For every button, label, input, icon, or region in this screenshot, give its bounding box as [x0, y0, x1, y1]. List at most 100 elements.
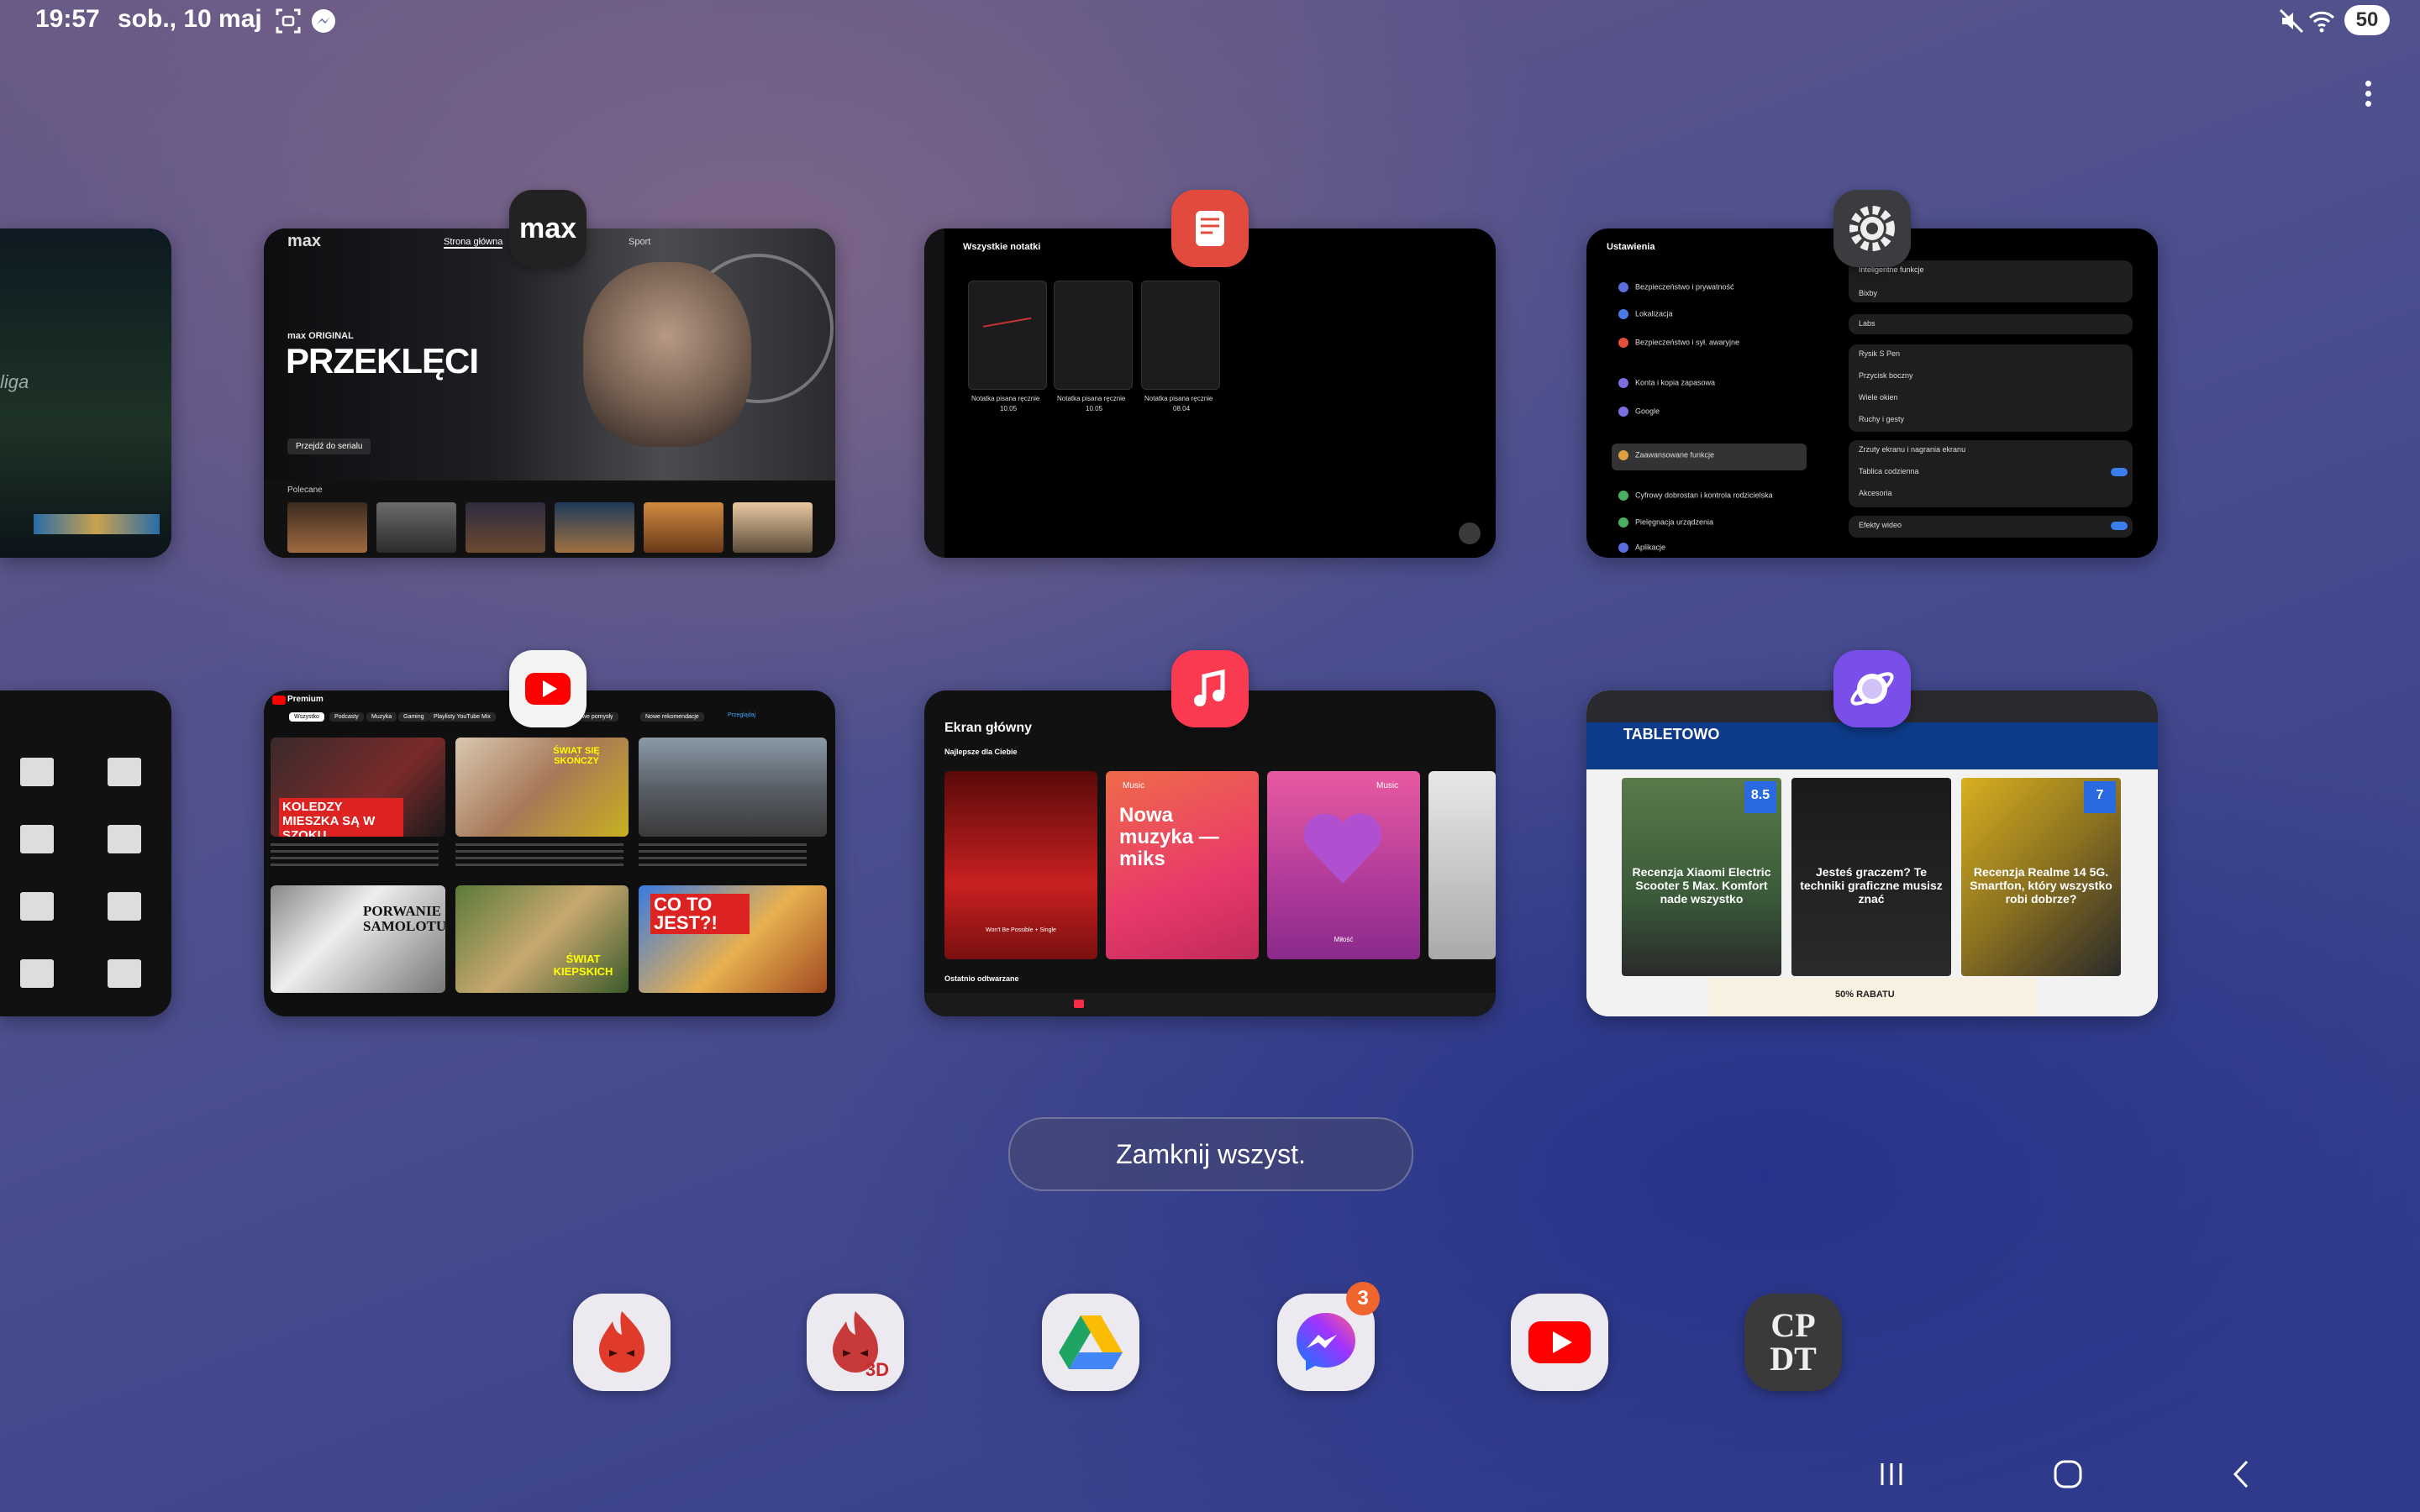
note-thumbnail[interactable] — [968, 281, 1047, 390]
3d-label: 3D — [865, 1359, 889, 1380]
thumbnail[interactable] — [376, 502, 456, 553]
hero-portrait — [583, 262, 751, 447]
settings-app-icon[interactable] — [1833, 190, 1911, 267]
settings-item[interactable]: Konta i kopia zapasowa — [1618, 378, 1803, 393]
go-to-series-button[interactable]: Przejdź do serialu — [287, 438, 371, 454]
apple-music-app-icon[interactable] — [1171, 650, 1249, 727]
folder-icon — [108, 825, 141, 853]
music-brand: Music — [1123, 781, 1145, 790]
show-title: PRZEKLĘCI — [286, 341, 479, 381]
settings-item-selected[interactable]: Zaawansowane funkcje — [1618, 450, 1803, 465]
back-button[interactable] — [2220, 1453, 2262, 1495]
dock-app-antutu[interactable] — [573, 1294, 671, 1391]
video-thumbnail[interactable]: KOLEDZY MIESZKA SĄ W SZOKU — [271, 738, 445, 837]
recent-card-max[interactable]: max Strona główna Sport max ORIGINAL PRZ… — [264, 228, 835, 558]
setting-entry[interactable]: Tablica codzienna — [1859, 467, 1919, 475]
item-label: Konta i kopia zapasowa — [1635, 378, 1716, 387]
dock-app-cpdt[interactable]: CP DT — [1744, 1294, 1842, 1391]
setting-entry[interactable]: Wiele okien — [1859, 393, 1898, 402]
video-thumbnail[interactable]: PORWANIE SAMOLOTU — [271, 885, 445, 993]
folder-icon — [20, 758, 54, 786]
video-thumbnail[interactable] — [639, 738, 827, 837]
settings-item[interactable]: Cyfrowy dobrostan i kontrola rodzicielsk… — [1618, 491, 1803, 506]
article-tile[interactable]: 7 Recenzja Realme 14 5G. Smartfon, który… — [1961, 778, 2121, 976]
setting-entry[interactable]: Akcesoria — [1859, 489, 1892, 497]
thumbnail[interactable] — [733, 502, 813, 553]
max-app-icon[interactable]: max — [509, 190, 587, 267]
dock-app-antutu-3d[interactable]: 3D — [807, 1294, 904, 1391]
recent-card-partial-2[interactable] — [0, 690, 171, 1016]
settings-item[interactable]: Aplikacje — [1618, 543, 1803, 558]
music-note-icon — [1194, 669, 1225, 706]
album-tile[interactable]: Won't Be Possible + Single — [944, 771, 1097, 959]
dock-app-youtube[interactable] — [1511, 1294, 1608, 1391]
setting-entry[interactable]: Przycisk boczny — [1859, 371, 1913, 380]
home-button[interactable] — [2047, 1453, 2089, 1495]
setting-entry[interactable]: Rysik S Pen — [1859, 349, 1900, 358]
recent-card-internet[interactable]: TABLETOWO 8.5 Recenzja Xiaomi Electric S… — [1586, 690, 2158, 1016]
note-thumbnail[interactable] — [1141, 281, 1220, 390]
chip[interactable]: Muzyka — [366, 712, 397, 722]
samsung-internet-app-icon[interactable] — [1833, 650, 1911, 727]
new-note-button[interactable] — [1459, 522, 1481, 544]
tab-home[interactable]: Strona główna — [444, 237, 503, 249]
recents-button[interactable] — [1870, 1453, 1912, 1495]
setting-entry[interactable]: Bixby — [1859, 289, 1877, 297]
youtube-icon — [525, 673, 571, 705]
partial-card-text: liga — [0, 371, 29, 392]
close-all-button[interactable]: Zamknij wszyst. — [1008, 1117, 1413, 1191]
playlist-tile[interactable]: Music Nowa muzyka — miks — [1106, 771, 1259, 959]
playlist-tile[interactable]: Music Miłość — [1267, 771, 1420, 959]
clock: 19:57 — [35, 5, 100, 33]
video-thumbnail[interactable]: ŚWIAT SIĘ SKOŃCZY — [455, 738, 629, 837]
location-icon — [1618, 309, 1628, 319]
recent-card-notes[interactable]: Wszystkie notatki Notatka pisana ręcznie… — [924, 228, 1496, 558]
gear-icon — [1849, 206, 1895, 251]
thumbnail[interactable] — [466, 502, 545, 553]
settings-item[interactable]: Pielęgnacja urządzenia — [1618, 517, 1803, 533]
video-thumbnail[interactable]: ŚWIAT KIEPSKICH — [455, 885, 629, 993]
toggle-switch[interactable] — [2111, 468, 2128, 476]
chip[interactable]: Podcasty — [329, 712, 364, 722]
more-options-button[interactable] — [2351, 77, 2385, 111]
article-tile[interactable]: 8.5 Recenzja Xiaomi Electric Scooter 5 M… — [1622, 778, 1781, 976]
recent-card-apple-music[interactable]: Ekran główny Najlepsze dla Ciebie Won't … — [924, 690, 1496, 1016]
settings-item[interactable]: Google — [1618, 407, 1803, 422]
home-tab-icon[interactable] — [1074, 1000, 1084, 1008]
setting-entry[interactable]: Ruchy i gesty — [1859, 415, 1904, 423]
recently-played-section: Ostatnio odtwarzane — [944, 974, 1019, 983]
settings-item[interactable]: Bezpieczeństwo i prywatność — [1618, 282, 1803, 297]
thumbnail[interactable] — [555, 502, 634, 553]
dock-app-google-drive[interactable] — [1042, 1294, 1139, 1391]
video-thumbnail[interactable]: CO TO JEST?! — [639, 885, 827, 993]
recent-card-youtube[interactable]: Premium Wszystko Podcasty Muzyka Gaming … — [264, 690, 835, 1016]
chip-explore[interactable]: Przeglądaj — [728, 712, 755, 718]
item-label: Google — [1635, 407, 1660, 416]
bottom-nav — [924, 993, 1496, 1016]
chip[interactable]: Nowe rekomendacje — [640, 712, 704, 722]
toggle-switch[interactable] — [2111, 522, 2128, 530]
ad-banner[interactable]: 50% RABATU — [1709, 978, 2035, 1016]
folder-icon — [20, 892, 54, 921]
chip[interactable]: Gaming — [398, 712, 429, 722]
recent-card-settings[interactable]: Ustawienia nkcje Bezpieczeństwo i prywat… — [1586, 228, 2158, 558]
chip[interactable]: Playlisty YouTube Mix — [429, 712, 496, 722]
settings-item[interactable]: Bezpieczeństwo i sył. awaryjne — [1618, 338, 1803, 353]
settings-item[interactable]: Lokalizacja — [1618, 309, 1803, 324]
setting-entry[interactable]: Zrzuty ekranu i nagrania ekranu — [1859, 445, 1965, 454]
site-logo[interactable]: TABLETOWO — [1623, 726, 1719, 743]
tab-sport[interactable]: Sport — [629, 237, 650, 247]
thumbnail[interactable] — [287, 502, 367, 553]
dock-app-messenger[interactable]: 3 — [1277, 1282, 1380, 1391]
setting-entry[interactable]: Efekty wideo — [1859, 521, 1902, 529]
recent-card-partial-1[interactable]: liga — [0, 228, 171, 558]
thumbnail[interactable] — [644, 502, 723, 553]
youtube-app-icon[interactable] — [509, 650, 587, 727]
item-label: Bezpieczeństwo i sył. awaryjne — [1635, 338, 1740, 347]
setting-entry[interactable]: Labs — [1859, 319, 1876, 328]
note-thumbnail[interactable] — [1054, 281, 1133, 390]
article-tile[interactable]: Jesteś graczem? Te techniki graficzne mu… — [1791, 778, 1951, 976]
playlist-tile-partial[interactable] — [1428, 771, 1496, 959]
chip-all[interactable]: Wszystko — [289, 712, 324, 722]
samsung-notes-app-icon[interactable] — [1171, 190, 1249, 267]
